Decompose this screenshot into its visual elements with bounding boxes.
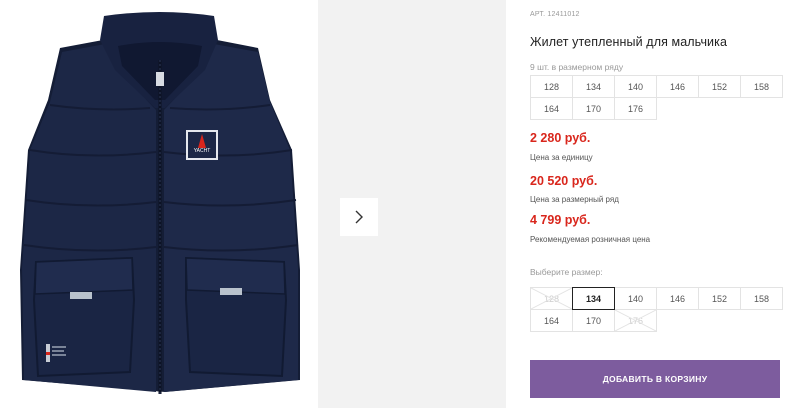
pack-size-cell: 176 <box>614 97 657 120</box>
vest-image: YACHT <box>20 12 300 394</box>
pack-size-cell: 152 <box>698 75 741 98</box>
size-option-label: 134 <box>585 293 602 304</box>
add-to-cart-button[interactable]: ДОБАВИТЬ В КОРЗИНУ <box>530 360 780 398</box>
cross-out-icon <box>615 310 656 331</box>
pack-size-cell: 140 <box>614 75 657 98</box>
size-option-label: 170 <box>585 315 602 326</box>
size-option-label: 164 <box>543 315 560 326</box>
price-unit: 2 280 руб. <box>530 131 591 145</box>
pack-size-cell: 164 <box>530 97 573 120</box>
size-option-152[interactable]: 152 <box>698 287 741 310</box>
price-unit-caption: Цена за единицу <box>530 153 593 162</box>
size-option-134[interactable]: 134 <box>572 287 615 310</box>
pack-label: 9 шт. в размерном ряду <box>530 62 624 72</box>
pack-size-cell: 128 <box>530 75 573 98</box>
size-option-label: 146 <box>669 293 686 304</box>
size-option-170[interactable]: 170 <box>572 309 615 332</box>
product-photo[interactable]: YACHT <box>0 0 318 408</box>
pack-size-grid: 128 134 140 146 152 158 164 170 176 <box>530 75 783 120</box>
pack-size-cell: 134 <box>572 75 615 98</box>
cross-out-icon <box>531 288 572 309</box>
size-option-158[interactable]: 158 <box>740 287 783 310</box>
size-option-label: 158 <box>753 293 770 304</box>
size-option-label: 140 <box>627 293 644 304</box>
size-option-label: 152 <box>711 293 728 304</box>
price-retail-caption: Рекомендуемая розничная цена <box>530 235 651 244</box>
price-pack-caption: Цена за размерный ряд <box>530 195 619 204</box>
size-option-146[interactable]: 146 <box>656 287 699 310</box>
size-selector: 128 134 140 146 152 158 164 170 176 <box>530 287 783 332</box>
pack-size-cell: 170 <box>572 97 615 120</box>
product-sku: АРТ. 12411012 <box>530 11 580 18</box>
pack-size-cell: 158 <box>740 75 783 98</box>
size-option-176: 176 <box>614 309 657 332</box>
choose-size-label: Выберите размер: <box>530 267 603 277</box>
size-option-164[interactable]: 164 <box>530 309 573 332</box>
size-option-128: 128 <box>530 287 573 310</box>
price-pack: 20 520 руб. <box>530 174 598 188</box>
next-image-button[interactable] <box>340 198 378 236</box>
size-option-140[interactable]: 140 <box>614 287 657 310</box>
product-title: Жилет утепленный для мальчика <box>530 35 728 49</box>
pack-size-cell: 146 <box>656 75 699 98</box>
price-retail: 4 799 руб. <box>530 213 591 227</box>
product-gallery: YACHT <box>0 0 506 408</box>
chevron-right-icon <box>355 210 363 224</box>
badge-text: YACHT <box>194 148 211 154</box>
